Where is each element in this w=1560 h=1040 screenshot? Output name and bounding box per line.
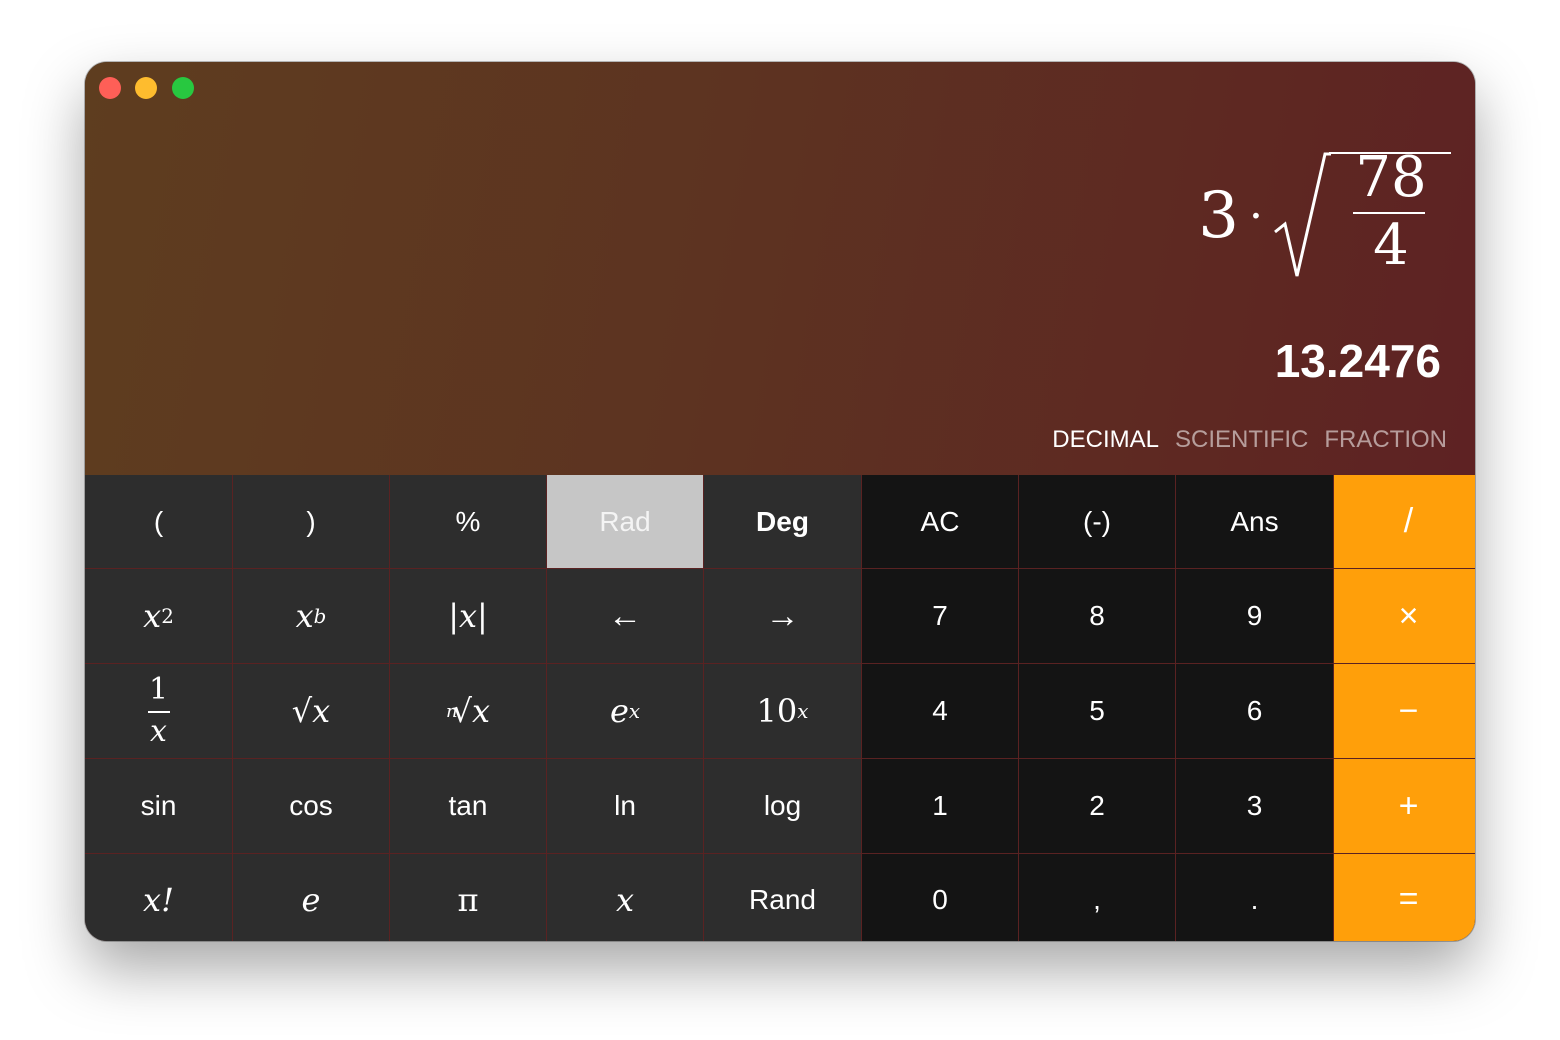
- right-paren-key[interactable]: ): [233, 475, 389, 568]
- power-exponent: b: [313, 604, 327, 628]
- reciprocal-denominator: x: [150, 714, 167, 749]
- expression-denominator: 4: [1373, 213, 1409, 278]
- left-paren-key[interactable]: (: [85, 475, 232, 568]
- ten-power-exponent: x: [797, 699, 809, 723]
- percent-key[interactable]: %: [390, 475, 546, 568]
- power-key[interactable]: xb: [233, 569, 389, 663]
- digit-0-key[interactable]: 0: [862, 854, 1018, 941]
- result-value: 13.2476: [1274, 335, 1441, 387]
- nth-root-key[interactable]: n √x: [390, 664, 546, 758]
- reciprocal-bar: [147, 711, 170, 713]
- square-exponent: 2: [161, 604, 174, 628]
- euler-constant-key[interactable]: e: [233, 854, 389, 941]
- absolute-value-key[interactable]: |x|: [390, 569, 546, 663]
- reciprocal-numerator: 1: [148, 672, 169, 707]
- tan-key[interactable]: tan: [390, 759, 546, 853]
- reciprocal-fraction: 1 x: [147, 672, 170, 749]
- plus-key[interactable]: +: [1334, 759, 1475, 853]
- digit-7-key[interactable]: 7: [862, 569, 1018, 663]
- cos-key[interactable]: cos: [233, 759, 389, 853]
- mode-fraction[interactable]: FRACTION: [1324, 426, 1447, 454]
- digit-8-key[interactable]: 8: [1019, 569, 1175, 663]
- digit-1-key[interactable]: 1: [862, 759, 1018, 853]
- cursor-left-key[interactable]: ←: [547, 569, 703, 663]
- digit-3-key[interactable]: 3: [1176, 759, 1333, 853]
- calculator-window: 3 · 78 4 13.2476 DECIMAL SCIENTIFIC FRAC…: [85, 62, 1475, 941]
- zoom-button[interactable]: [172, 77, 194, 99]
- digit-5-key[interactable]: 5: [1019, 664, 1175, 758]
- expression-coefficient: 3: [1198, 179, 1239, 253]
- mode-scientific[interactable]: SCIENTIFIC: [1175, 426, 1308, 454]
- power-base: x: [295, 597, 314, 635]
- divide-key[interactable]: /: [1334, 475, 1475, 568]
- deg-key[interactable]: Deg: [704, 475, 861, 568]
- keypad: ( ) % Rad Deg AC (-) Ans / x2 xb |x| ← →…: [85, 475, 1475, 941]
- display-panel: 3 · 78 4 13.2476 DECIMAL SCIENTIFIC FRAC…: [85, 62, 1475, 475]
- digit-6-key[interactable]: 6: [1176, 664, 1333, 758]
- ln-key[interactable]: ln: [547, 759, 703, 853]
- negate-key[interactable]: (-): [1019, 475, 1175, 568]
- equals-key[interactable]: =: [1334, 854, 1475, 941]
- expression-numerator: 78: [1355, 145, 1427, 210]
- random-key[interactable]: Rand: [704, 854, 861, 941]
- square-base: x: [143, 597, 162, 635]
- radical-fraction: 78 4: [1329, 145, 1451, 286]
- multiply-key[interactable]: ×: [1334, 569, 1475, 663]
- digit-9-key[interactable]: 9: [1176, 569, 1333, 663]
- all-clear-key[interactable]: AC: [862, 475, 1018, 568]
- radical-sign-icon: [1274, 152, 1331, 277]
- exp-exponent: x: [628, 699, 641, 723]
- digit-4-key[interactable]: 4: [862, 664, 1018, 758]
- nth-root-radical: √x: [451, 692, 491, 730]
- decimal-point-key[interactable]: .: [1176, 854, 1333, 941]
- variable-x-key[interactable]: x: [547, 854, 703, 941]
- output-mode-selector: DECIMAL SCIENTIFIC FRACTION: [1052, 426, 1447, 454]
- square-root-key[interactable]: √x: [233, 664, 389, 758]
- square-key[interactable]: x2: [85, 569, 232, 663]
- close-button[interactable]: [99, 77, 121, 99]
- ten-power-base: 10: [756, 692, 798, 730]
- digit-2-key[interactable]: 2: [1019, 759, 1175, 853]
- answer-key[interactable]: Ans: [1176, 475, 1333, 568]
- exp-key[interactable]: ex: [547, 664, 703, 758]
- expression-operator: ·: [1249, 190, 1263, 242]
- cursor-right-key[interactable]: →: [704, 569, 861, 663]
- log-key[interactable]: log: [704, 759, 861, 853]
- reciprocal-key[interactable]: 1 x: [85, 664, 232, 758]
- sin-key[interactable]: sin: [85, 759, 232, 853]
- minimize-button[interactable]: [135, 77, 157, 99]
- pi-key[interactable]: π: [390, 854, 546, 941]
- expression-display: 3 · 78 4: [1198, 146, 1451, 286]
- comma-key[interactable]: ,: [1019, 854, 1175, 941]
- exp-base: e: [609, 692, 629, 730]
- factorial-key[interactable]: x!: [85, 854, 232, 941]
- ten-power-key[interactable]: 10 x: [704, 664, 861, 758]
- rad-key[interactable]: Rad: [547, 475, 703, 568]
- minus-key[interactable]: −: [1334, 664, 1475, 758]
- mode-decimal[interactable]: DECIMAL: [1052, 426, 1159, 454]
